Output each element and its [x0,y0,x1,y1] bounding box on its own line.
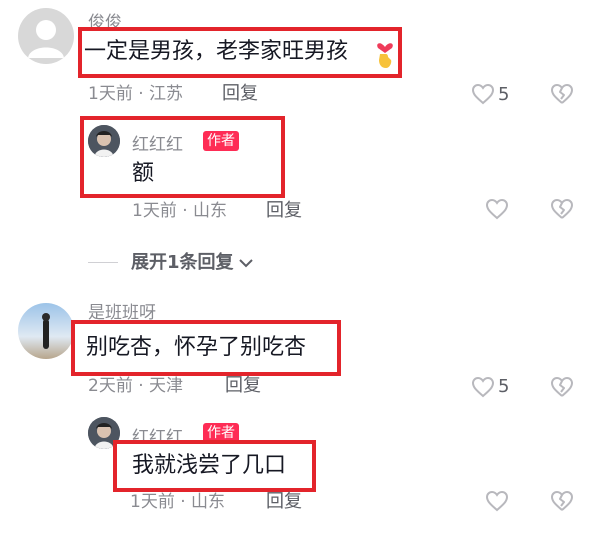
expand-replies-button[interactable]: 展开1条回复 [131,252,254,274]
comment-text: 别吃杏，怀孕了别吃杏 [86,335,307,360]
author-badge: 作者 [203,131,239,151]
dislike-broken-heart-icon[interactable] [550,198,574,220]
highlight-box [80,116,285,198]
reply-button[interactable]: 回复 [222,85,258,103]
chevron-down-icon [238,254,254,273]
heart-hand-emoji-icon [374,38,396,70]
avatar-default[interactable] [18,8,74,64]
reply-text: 额 [132,161,155,186]
reply-username[interactable]: 红红红 [132,130,183,155]
reply-time-location: 1天前 · 山东 [130,492,226,512]
reply-button[interactable]: 回复 [225,377,261,395]
like-count: 5 [498,376,510,397]
reply-time-location: 1天前 · 山东 [132,201,228,221]
user-photo-icon [18,303,74,359]
comment-text: 一定是男孩，老李家旺男孩 [84,39,349,64]
reply-button[interactable]: 回复 [266,202,302,220]
expand-replies-label: 展开1条回复 [131,252,234,273]
reply-text: 我就浅尝了几口 [132,453,287,478]
comment-time-location: 1天前 · 江苏 [88,84,184,104]
comment-time-location: 2天前 · 天津 [88,376,184,396]
like-heart-icon[interactable] [485,490,509,512]
reply-button[interactable]: 回复 [266,493,302,511]
dislike-broken-heart-icon[interactable] [550,83,574,105]
like-heart-icon[interactable] [471,83,495,105]
default-user-icon [28,20,64,58]
dislike-broken-heart-icon[interactable] [550,376,574,398]
like-count: 5 [498,84,510,105]
dislike-broken-heart-icon[interactable] [550,490,574,512]
like-heart-icon[interactable] [471,376,495,398]
avatar-photo[interactable] [18,303,74,359]
expand-divider-line [88,262,118,263]
like-heart-icon[interactable] [485,198,509,220]
